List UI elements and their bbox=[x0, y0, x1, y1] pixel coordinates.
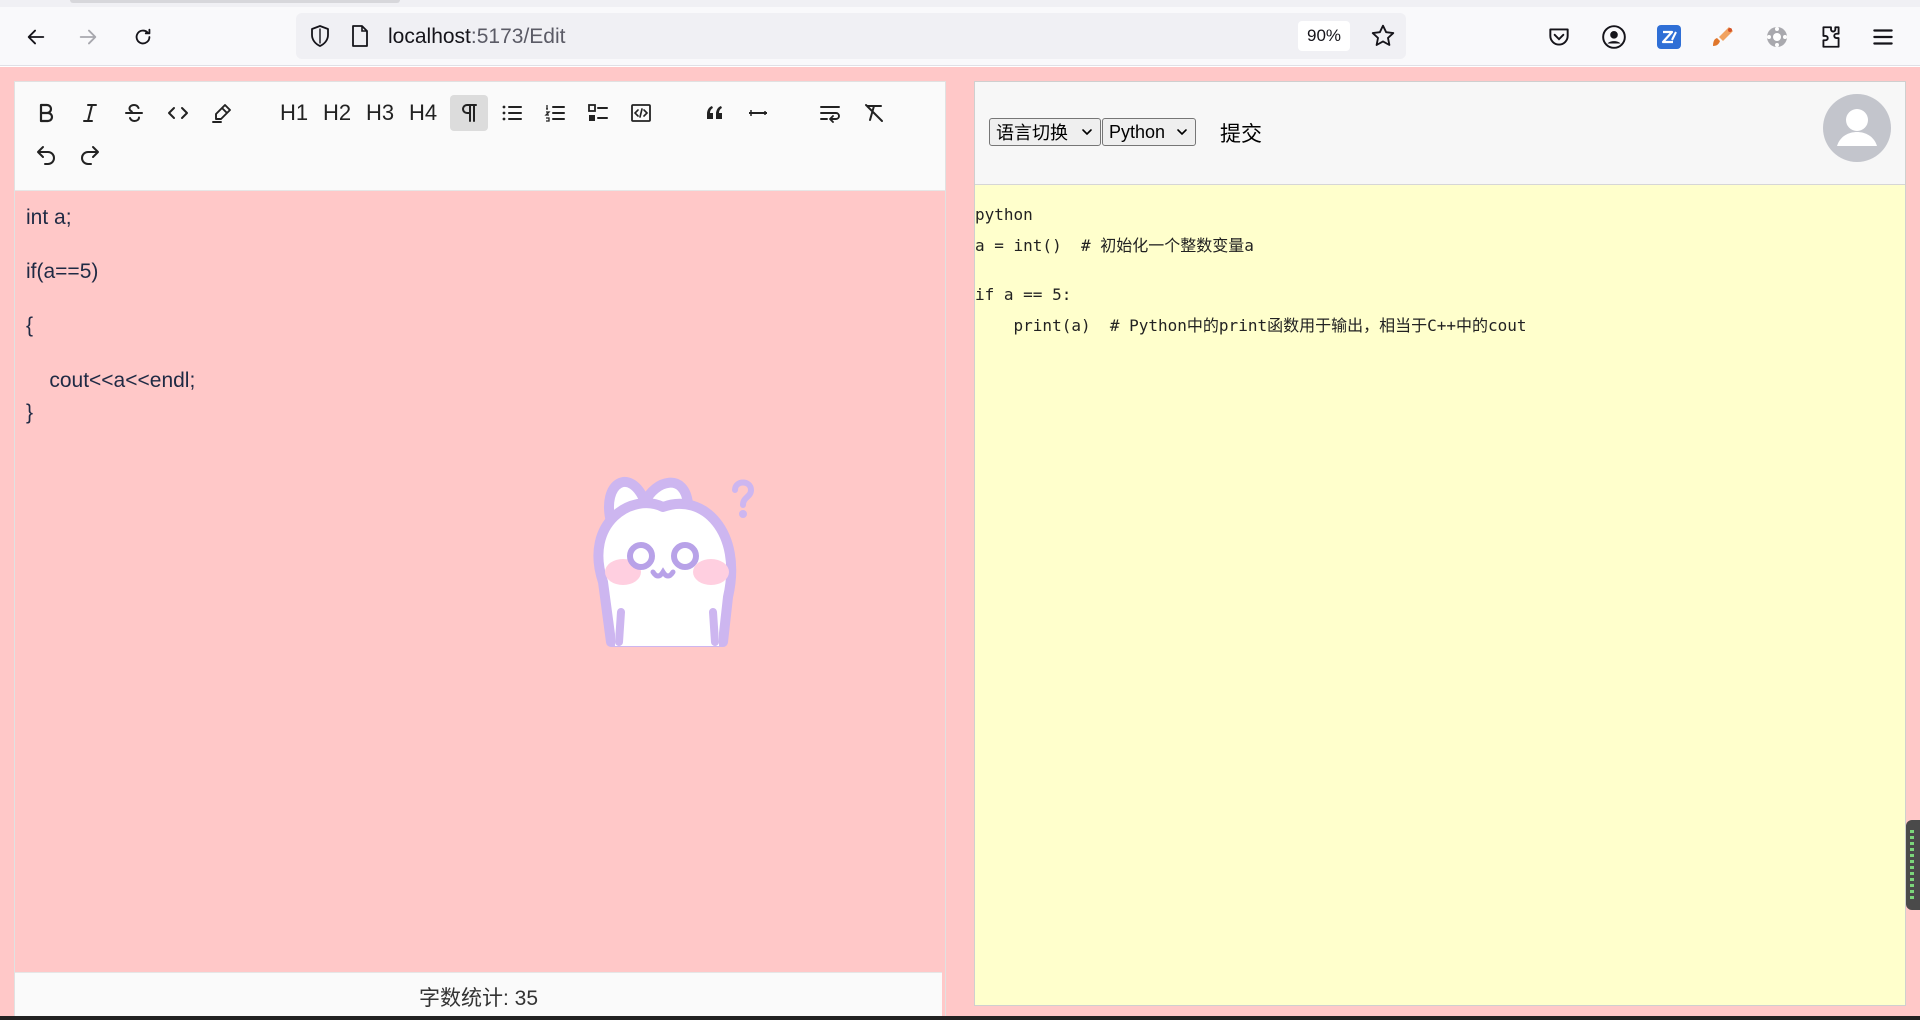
browser-toolbar: localhost:5173/Edit 90% bbox=[0, 7, 1920, 66]
page-content: H1 H2 H3 H4 int a; if(a==5) {cout<<a<<e… bbox=[0, 67, 1920, 1020]
clear-format-button[interactable] bbox=[855, 95, 893, 131]
bookmark-star-icon[interactable] bbox=[1370, 23, 1396, 49]
avatar[interactable] bbox=[1823, 94, 1891, 162]
bold-icon bbox=[39, 103, 54, 123]
editor-toolbar: H1 H2 H3 H4 bbox=[15, 82, 945, 191]
heading-1-button[interactable]: H1 bbox=[275, 95, 313, 131]
horizontal-rule-button[interactable] bbox=[739, 95, 777, 131]
brush-extension-icon bbox=[1713, 27, 1733, 46]
output-header: 语言切换 Python 提交 bbox=[975, 82, 1905, 185]
bullet-list-button[interactable] bbox=[493, 95, 531, 131]
ordered-list-icon bbox=[544, 105, 565, 122]
italic-button[interactable] bbox=[71, 95, 109, 131]
redo-icon bbox=[81, 146, 99, 165]
strikethrough-icon bbox=[125, 103, 143, 123]
active-tab-edge[interactable] bbox=[70, 0, 400, 3]
user-icon bbox=[1837, 109, 1877, 146]
task-list-button[interactable] bbox=[579, 95, 617, 131]
extension-gear-button[interactable] bbox=[1760, 20, 1794, 54]
submit-button[interactable]: 提交 bbox=[1220, 118, 1262, 148]
account-button[interactable] bbox=[1597, 20, 1631, 54]
code-line: if a == 5: bbox=[975, 285, 1072, 304]
bold-button[interactable] bbox=[27, 95, 65, 131]
code-block-icon bbox=[631, 104, 651, 122]
bullet-list-icon bbox=[502, 105, 522, 121]
wrap-text-icon bbox=[820, 106, 840, 123]
target-language-value: Python bbox=[1109, 121, 1166, 142]
window-bottom-edge bbox=[0, 1016, 1920, 1020]
highlighter-icon bbox=[212, 104, 231, 123]
horizontal-rule-icon bbox=[749, 110, 767, 116]
url-host: localhost bbox=[388, 25, 471, 48]
blockquote-button[interactable] bbox=[696, 95, 734, 131]
heading-2-button[interactable]: H2 bbox=[318, 95, 356, 131]
shield-icon[interactable] bbox=[308, 24, 332, 48]
pocket-button[interactable] bbox=[1542, 20, 1576, 54]
forward-button[interactable] bbox=[70, 19, 106, 55]
cog-extension-icon bbox=[1767, 27, 1787, 47]
language-switch-select[interactable]: 语言切换 bbox=[989, 118, 1101, 146]
chevron-down-icon bbox=[1177, 129, 1187, 136]
inline-code-button[interactable] bbox=[159, 95, 197, 131]
pocket-icon bbox=[1549, 28, 1569, 46]
back-arrow-icon bbox=[27, 29, 45, 45]
page-icon[interactable] bbox=[350, 25, 370, 47]
edit-extension-icon bbox=[1657, 25, 1681, 49]
heading-1-label: H1 bbox=[279, 100, 309, 125]
task-list-icon bbox=[588, 104, 608, 121]
language-switch-label: 语言切换 bbox=[996, 123, 1068, 143]
editor-line[interactable]: if(a==5) bbox=[26, 260, 98, 284]
code-block-button[interactable] bbox=[622, 95, 660, 131]
code-line: python bbox=[975, 205, 1033, 224]
url-bar[interactable]: localhost:5173/Edit 90% bbox=[296, 13, 1406, 59]
editor-line[interactable]: { bbox=[26, 314, 33, 338]
reload-icon bbox=[135, 28, 151, 45]
reload-button[interactable] bbox=[125, 19, 161, 55]
editor-line[interactable]: } bbox=[26, 401, 33, 425]
output-pane: 语言切换 Python 提交 python a = int() # 初始化一个整… bbox=[960, 67, 1920, 1020]
undo-icon bbox=[37, 146, 55, 165]
code-line: print(a) # Python中的print函数用于输出，相当于C++中的c… bbox=[975, 316, 1527, 335]
editor-line[interactable]: cout<<a<<endl; bbox=[26, 369, 195, 393]
target-language-select[interactable]: Python bbox=[1102, 118, 1196, 146]
heading-4-button[interactable]: H4 bbox=[404, 95, 442, 131]
pilcrow-icon bbox=[462, 104, 477, 122]
url-text[interactable]: localhost:5173/Edit bbox=[388, 25, 565, 49]
bunny-sticker-image bbox=[593, 477, 755, 647]
clear-format-icon bbox=[865, 104, 883, 122]
puzzle-icon bbox=[1822, 26, 1840, 48]
paragraph-button[interactable] bbox=[450, 95, 488, 131]
hamburger-menu-icon bbox=[1873, 29, 1893, 45]
code-icon bbox=[168, 107, 188, 119]
url-path: :5173/Edit bbox=[470, 25, 566, 48]
editor-pane: H1 H2 H3 H4 int a; if(a==5) {cout<<a<<e… bbox=[0, 67, 960, 1020]
quote-icon bbox=[707, 106, 722, 119]
zoom-level-button[interactable]: 90% bbox=[1298, 21, 1350, 51]
forward-arrow-icon bbox=[79, 29, 97, 45]
chevron-down-icon bbox=[1082, 129, 1092, 136]
side-scroll-widget[interactable] bbox=[1906, 820, 1920, 910]
italic-icon bbox=[83, 104, 97, 122]
account-icon bbox=[1602, 25, 1626, 49]
editor-line[interactable]: int a; bbox=[26, 206, 72, 230]
heading-2-label: H2 bbox=[322, 100, 352, 125]
ordered-list-button[interactable] bbox=[536, 95, 574, 131]
heading-3-label: H3 bbox=[365, 100, 395, 125]
output-panel: 语言切换 Python 提交 python a = int() # 初始化一个整… bbox=[974, 81, 1906, 1006]
hard-break-button[interactable] bbox=[811, 95, 849, 131]
code-line: a = int() # 初始化一个整数变量a bbox=[975, 236, 1254, 255]
rich-text-editor: H1 H2 H3 H4 int a; if(a==5) {cout<<a<<e… bbox=[14, 81, 946, 1020]
heading-3-button[interactable]: H3 bbox=[361, 95, 399, 131]
undo-button[interactable] bbox=[27, 136, 65, 172]
strikethrough-button[interactable] bbox=[115, 95, 153, 131]
back-button[interactable] bbox=[18, 19, 54, 55]
brush-extension-button[interactable] bbox=[1706, 20, 1740, 54]
redo-button[interactable] bbox=[71, 136, 109, 172]
extensions-button[interactable] bbox=[1814, 20, 1848, 54]
zotero-extension-button[interactable] bbox=[1652, 20, 1686, 54]
word-count: 字数统计: 35 bbox=[15, 972, 942, 1020]
menu-button[interactable] bbox=[1866, 20, 1900, 54]
heading-4-label: H4 bbox=[408, 100, 438, 125]
highlight-button[interactable] bbox=[203, 95, 241, 131]
